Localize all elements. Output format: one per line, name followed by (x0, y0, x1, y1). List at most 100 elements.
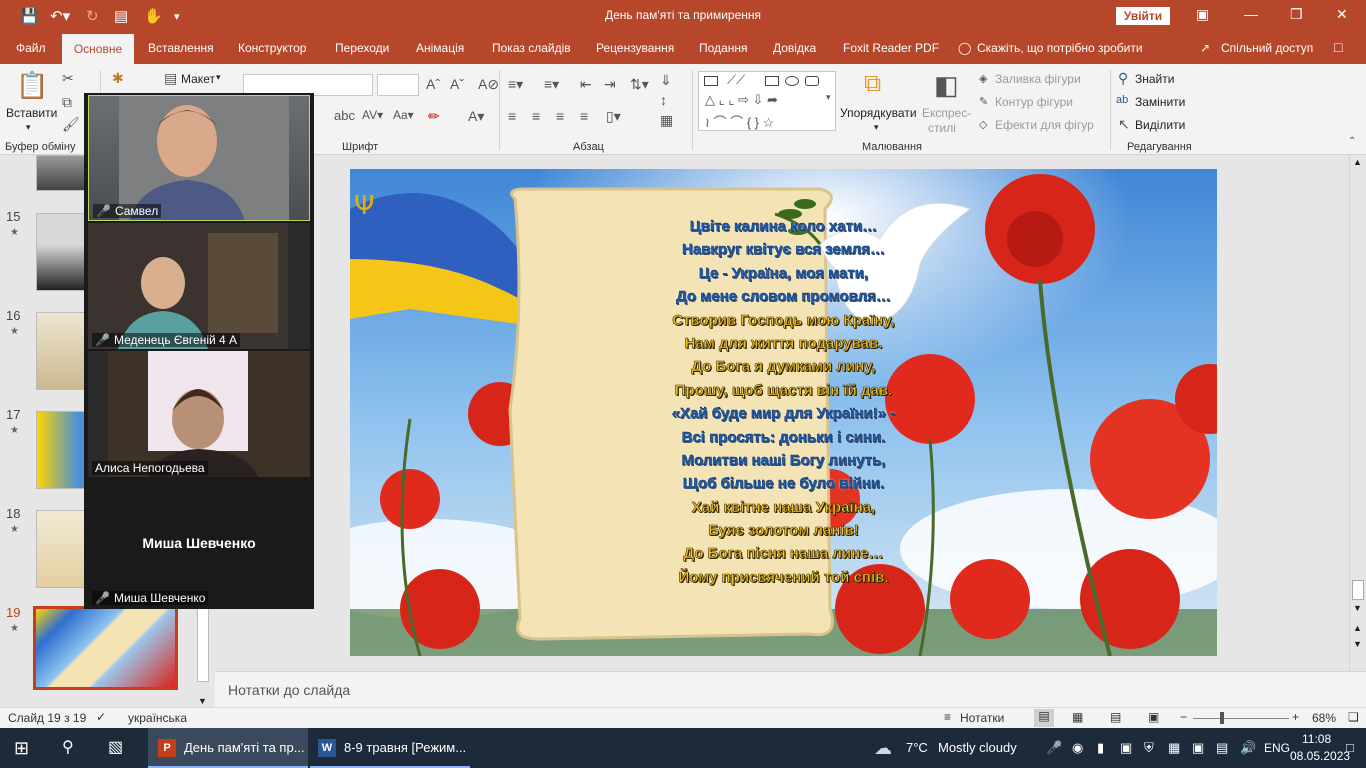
spellcheck-icon[interactable]: ✓ (96, 710, 106, 724)
paste-button[interactable]: Вставити (6, 106, 57, 120)
shape-outline-button[interactable]: Контур фігури (995, 95, 1073, 109)
volume-icon[interactable]: 🔊 (1240, 728, 1256, 768)
sign-in-button[interactable]: Увійти (1116, 7, 1170, 25)
paste-dropdown-icon[interactable]: ▾ (26, 122, 31, 133)
taskbar-powerpoint[interactable]: P День пам'яті та пр... (148, 728, 308, 768)
quick-styles-icon[interactable]: ◧ (934, 70, 959, 101)
layout-button[interactable]: Макет (181, 72, 215, 86)
align-right-icon[interactable]: ≡ (556, 108, 564, 124)
slide-scroll-thumb[interactable] (1352, 580, 1364, 600)
tab-foxit[interactable]: Foxit Reader PDF (843, 41, 939, 55)
font-size-input[interactable] (377, 74, 419, 96)
ribbon-display-icon[interactable]: ▣ (1196, 6, 1209, 23)
maximize-button[interactable]: ❐ (1290, 6, 1303, 23)
quick-styles-label[interactable]: Експрес- (922, 106, 971, 120)
strikethrough-icon[interactable]: abc (334, 108, 355, 123)
curve-shape-icon[interactable]: ≀ ⌒ ⌒ { } ☆ (705, 112, 774, 131)
zoom-slider[interactable] (1193, 718, 1289, 719)
font-color-icon[interactable]: A▾ (468, 108, 484, 125)
cut-icon[interactable]: ✂ (62, 70, 74, 87)
format-painter-icon[interactable]: 🖌 (62, 116, 80, 133)
slide-scrollbar[interactable]: ▲ ▼ ▲ ▼ (1349, 155, 1366, 671)
slide-canvas[interactable]: Ψ Цвіте калина коло хати… Навкруг квітує… (350, 169, 1217, 656)
smartart-icon[interactable]: ▦ (660, 112, 673, 129)
rounded-rectangle-shape-icon[interactable] (805, 76, 819, 86)
shapes-more-icon[interactable]: ▾ (826, 92, 831, 103)
minimize-button[interactable]: — (1244, 6, 1258, 22)
zoom-tray-icon[interactable]: ◉ (1072, 728, 1083, 768)
next-slide-icon[interactable]: ▼ (1353, 639, 1362, 649)
tab-home[interactable]: Основне (62, 34, 134, 64)
tab-slideshow[interactable]: Показ слайдів (492, 41, 571, 55)
scroll-down-icon[interactable]: ▼ (198, 696, 207, 706)
usb-icon[interactable]: ▮ (1097, 728, 1104, 768)
video-tile[interactable]: Алиса Непогодьева (88, 351, 310, 477)
align-left-icon[interactable]: ≡ (508, 108, 516, 124)
triangle-shape-icon[interactable]: △ ⌞ ⌞ ⇨ ⇩ ➦ (705, 92, 778, 108)
slide-thumb-19[interactable] (33, 606, 178, 690)
share-button[interactable]: Спільний доступ (1221, 41, 1313, 55)
tab-file[interactable]: Файл (16, 41, 46, 55)
weather-temp[interactable]: 7°C (906, 728, 928, 768)
highlight-icon[interactable]: ✏ (428, 108, 440, 125)
video-tile[interactable]: 🎤 Самвел (88, 95, 310, 221)
increase-font-icon[interactable]: Aˆ (426, 76, 440, 92)
zoom-in-button[interactable]: + (1292, 710, 1299, 724)
clock-time[interactable]: 11:08 (1302, 732, 1331, 746)
paste-icon[interactable]: 📋 (16, 70, 48, 101)
clear-format-icon[interactable]: A⊘ (478, 76, 499, 93)
search-icon[interactable]: ⚲ (62, 728, 74, 768)
bullets-icon[interactable]: ≡▾ (508, 76, 523, 93)
slideshow-view-icon[interactable]: ▣ (1148, 710, 1159, 724)
windows-start-icon[interactable]: ⊞ (14, 728, 29, 768)
scroll-up-icon[interactable]: ▲ (1353, 157, 1362, 167)
textbox-shape-icon[interactable] (704, 76, 718, 86)
decrease-indent-icon[interactable]: ⇤ (580, 76, 592, 93)
shield-icon[interactable]: ⛨ (1144, 728, 1154, 768)
previous-slide-icon[interactable]: ▲ (1353, 623, 1362, 633)
find-button[interactable]: Знайти (1135, 72, 1174, 86)
line-shape-icon[interactable]: ⟋⟋ (727, 72, 745, 88)
new-slide-icon[interactable]: ✱ (112, 70, 124, 87)
quick-styles-label-2[interactable]: стилі (928, 121, 956, 135)
clock-date[interactable]: 08.05.2023 (1290, 749, 1350, 763)
numbering-icon[interactable]: ≡▾ (544, 76, 559, 93)
tab-transitions[interactable]: Переходи (335, 41, 389, 55)
tab-insert[interactable]: Вставлення (148, 41, 214, 55)
zoom-level[interactable]: 68% (1312, 711, 1336, 725)
shape-fill-button[interactable]: Заливка фігури (995, 72, 1081, 86)
thumbnails-scroll-thumb[interactable] (197, 598, 209, 682)
align-center-icon[interactable]: ≡ (532, 108, 540, 124)
collapse-ribbon-icon[interactable]: ⌃ (1348, 136, 1356, 147)
reading-view-icon[interactable]: ▤ (1110, 710, 1121, 724)
weather-desc[interactable]: Mostly cloudy (938, 728, 1017, 768)
oval-shape-icon[interactable] (785, 76, 799, 86)
increase-indent-icon[interactable]: ⇥ (604, 76, 616, 93)
char-spacing-icon[interactable]: AV▾ (362, 108, 383, 122)
notes-pane[interactable]: Нотатки до слайда (215, 671, 1366, 707)
zoom-slider-thumb[interactable] (1220, 712, 1224, 724)
task-view-icon[interactable]: ▧ (108, 728, 123, 768)
tab-review[interactable]: Рецензування (596, 41, 674, 55)
change-case-icon[interactable]: Aa▾ (393, 108, 414, 122)
video-tile[interactable]: 🎤 Меденець Євгеній 4 А (88, 223, 310, 349)
close-button[interactable]: ✕ (1336, 6, 1348, 23)
arrange-icon[interactable]: ⧉ (864, 70, 881, 98)
normal-view-icon[interactable]: ▤ (1034, 709, 1054, 727)
copy-icon[interactable]: ⧉ (62, 94, 72, 111)
zoom-out-button[interactable]: − (1180, 710, 1187, 724)
tray-app-icon[interactable]: ▣ (1120, 728, 1132, 768)
arrange-button[interactable]: Упорядкувати (840, 106, 917, 120)
fit-to-window-icon[interactable]: ❏ (1348, 710, 1359, 724)
select-button[interactable]: Виділити (1135, 118, 1185, 132)
notifications-icon[interactable]: □ (1346, 728, 1354, 768)
align-text-icon[interactable]: ↕ (660, 92, 667, 108)
network-icon[interactable]: ▤ (1216, 728, 1228, 768)
layout-dropdown-icon[interactable]: ▾ (216, 72, 221, 83)
tab-animations[interactable]: Анімація (416, 41, 464, 55)
shapes-gallery[interactable]: ⟋⟋ △ ⌞ ⌞ ⇨ ⇩ ➦ ≀ ⌒ ⌒ { } ☆ (698, 71, 836, 131)
tray-app-icon[interactable]: ▦ (1168, 728, 1180, 768)
justify-icon[interactable]: ≡ (580, 108, 588, 124)
tab-help[interactable]: Довідка (773, 41, 816, 55)
rectangle-shape-icon[interactable] (765, 76, 779, 86)
